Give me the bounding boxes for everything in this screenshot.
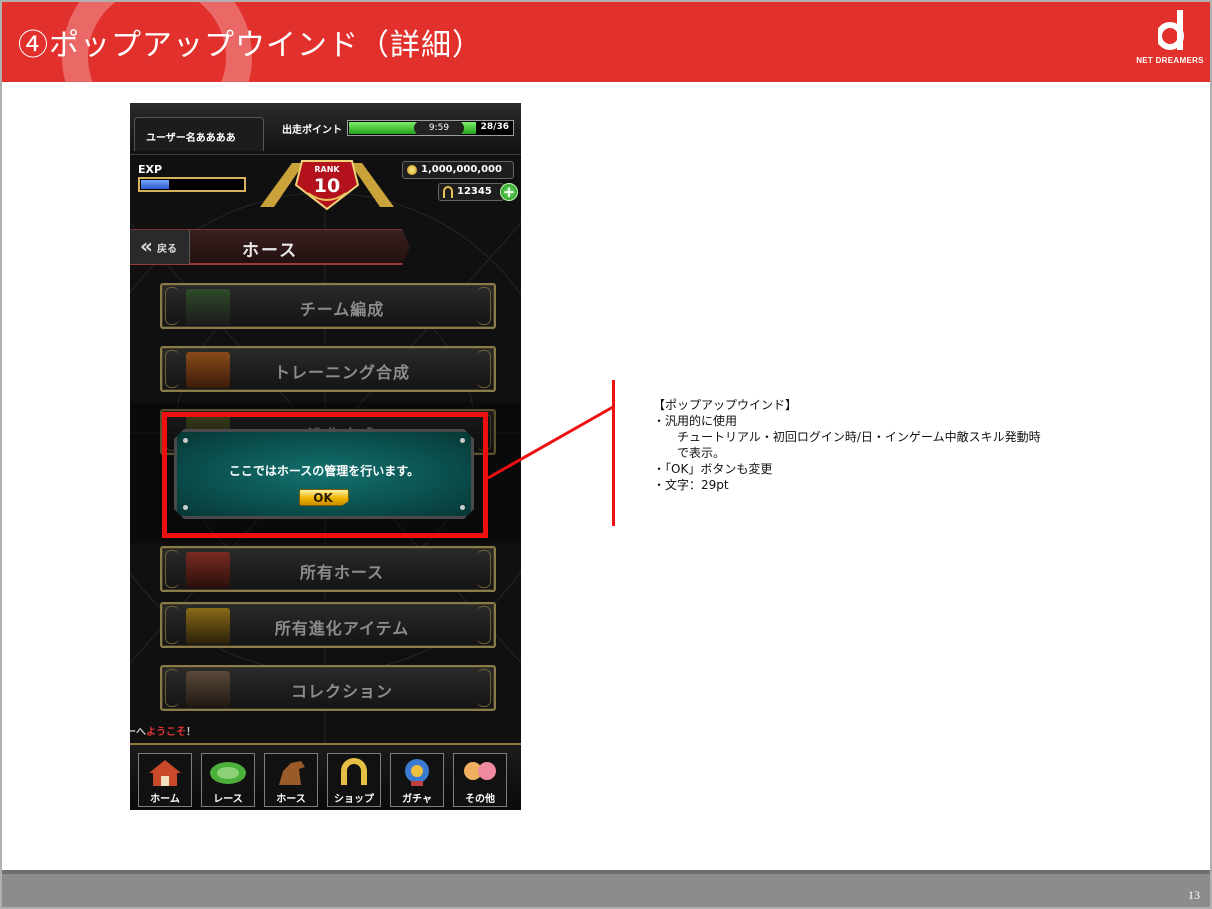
popup-highlight-box — [162, 412, 488, 538]
gold-counter: 1,000,000,000 — [402, 161, 514, 179]
menu-ornament-right — [477, 287, 491, 325]
menu-button-collection[interactable]: コレクション — [160, 665, 496, 711]
horse-icon — [279, 761, 305, 785]
exp-label: EXP — [138, 163, 163, 176]
tab-others[interactable]: その他 — [453, 753, 507, 807]
net-dreamers-logo: NET DREAMERS — [1132, 8, 1208, 74]
menu-label: 所有進化アイテム — [274, 619, 410, 638]
menu-button-training[interactable]: トレーニング合成 — [160, 346, 496, 392]
rank-badge: RANK 10 — [252, 155, 402, 213]
tab-home[interactable]: ホーム — [138, 753, 192, 807]
menu-label: 所有ホース — [299, 563, 385, 582]
spec-notes: 【ポップアップウインド】 ・汎用的に使用 チュートリアル・初回ログイン時/日・イ… — [653, 397, 1041, 493]
notes-line: ・汎用的に使用 — [653, 414, 738, 428]
tab-label: ショップ — [334, 794, 374, 805]
menu-button-team[interactable]: チーム編成 — [160, 283, 496, 329]
menu-ornament-left — [165, 669, 179, 707]
gacha-icon — [405, 759, 429, 786]
others-icon — [464, 762, 496, 780]
back-button[interactable]: « 戻る — [130, 230, 190, 264]
menu-label: チーム編成 — [299, 300, 385, 319]
menu-button-owned-horses[interactable]: 所有ホース — [160, 546, 496, 592]
bottom-tab-bar: ホーム レース ホース ショップ ガチャ その他 — [130, 743, 521, 810]
tab-label: ホース — [276, 794, 306, 805]
notes-line: ・文字：29pt — [653, 478, 729, 492]
ticker-prefix: ーへ — [130, 727, 146, 738]
gold-value: 1,000,000,000 — [421, 164, 502, 175]
tab-gacha[interactable]: ガチャ — [390, 753, 444, 807]
horseshoe-icon — [443, 186, 453, 198]
notes-line: で表示。 — [677, 446, 726, 460]
menu-ornament-left — [165, 550, 179, 588]
tab-label: ガチャ — [402, 794, 432, 805]
menu-ornament-right — [477, 606, 491, 644]
menu-ornament-left — [165, 287, 179, 325]
barn-thumbnail-icon — [186, 552, 230, 588]
horseshoe-value: 12345 — [457, 186, 492, 197]
section-title: ホース — [242, 241, 299, 261]
stamina-label: 出走ポイント — [282, 125, 342, 136]
menu-ornament-right — [477, 669, 491, 707]
stamina-timer: 9:59 — [414, 121, 464, 135]
notes-heading: 【ポップアップウインド】 — [653, 398, 798, 412]
welcome-ticker: ーへようこそ！ — [130, 721, 521, 741]
logo-mark-icon — [1158, 10, 1184, 50]
ticker-text: ーへようこそ！ — [130, 723, 196, 738]
menu-ornament-right — [477, 350, 491, 388]
tab-shop[interactable]: ショップ — [327, 753, 381, 807]
collection-thumbnail-icon — [186, 671, 230, 707]
slide-footer: 13 — [2, 870, 1210, 907]
stamina-count: 28/36 — [480, 122, 509, 132]
race-track-icon — [210, 762, 246, 784]
home-icon — [149, 760, 181, 786]
tab-horse[interactable]: ホース — [264, 753, 318, 807]
slide-header: ④ポップアップウインド（詳細） NET DREAMERS — [2, 2, 1210, 82]
team-thumbnail-icon — [186, 289, 230, 325]
rank-label: RANK — [314, 165, 340, 174]
ticker-highlight: ようこそ — [146, 727, 186, 738]
notes-line: ・「OK」ボタンも変更 — [653, 462, 773, 476]
slide: ④ポップアップウインド（詳細） NET DREAMERS ユーザー名ああああ 出… — [0, 0, 1212, 909]
menu-label: コレクション — [290, 682, 393, 701]
menu-label: トレーニング合成 — [273, 363, 410, 382]
menu-ornament-left — [165, 606, 179, 644]
menu-ornament-left — [165, 350, 179, 388]
back-arrow-icon: « — [140, 234, 153, 258]
page-number: 13 — [1188, 888, 1200, 902]
ticker-suffix: ！ — [186, 727, 196, 738]
logo-text: NET DREAMERS — [1136, 56, 1204, 65]
horseshoe-icon — [341, 758, 367, 785]
notes-line: チュートリアル・初回ログイン時/日・インゲーム中敵スキル発動時 — [677, 430, 1041, 444]
slide-title: ④ポップアップウインド（詳細） — [18, 28, 483, 63]
training-thumbnail-icon — [186, 352, 230, 388]
callout-bar — [612, 380, 615, 526]
tab-label: レース — [213, 794, 243, 805]
rank-value: 10 — [313, 175, 341, 197]
menu-button-evolution-items[interactable]: 所有進化アイテム — [160, 602, 496, 648]
menu-ornament-right — [477, 550, 491, 588]
stamina-bar: 9:59 28/36 — [347, 120, 514, 136]
username-label: ユーザー名ああああ — [146, 133, 236, 144]
trophy-thumbnail-icon — [186, 608, 230, 644]
back-label: 戻る — [157, 244, 177, 255]
tab-race[interactable]: レース — [201, 753, 255, 807]
exp-bar — [138, 177, 246, 192]
tab-label: その他 — [465, 794, 495, 805]
horseshoe-counter: 12345 — [438, 183, 504, 201]
add-horseshoe-button[interactable]: + — [500, 183, 518, 201]
gold-coin-icon — [407, 165, 417, 175]
tab-label: ホーム — [150, 794, 180, 805]
exp-bar-fill — [141, 180, 169, 189]
